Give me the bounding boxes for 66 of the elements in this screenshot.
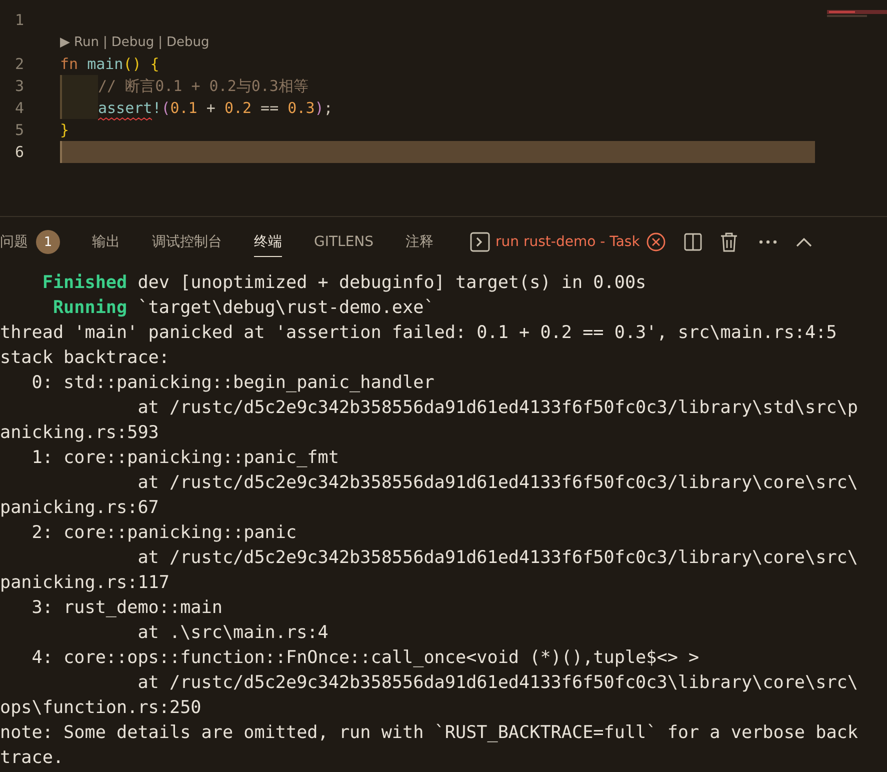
terminal-line: at /rustc/d5c2e9c342b358556da91d61ed4133f6f50fc0c3/library\core\src\ <box>136 473 858 493</box>
terminal-line: at /rustc/d5c2e9c342b358556da91d61ed4133f6f50fc0c3/library\core\src\ <box>136 548 858 568</box>
error-squiggle <box>98 117 152 121</box>
trash-icon[interactable] <box>720 232 738 252</box>
terminal-icon <box>470 232 490 252</box>
terminal-line: at .\src\main.rs:4 <box>136 623 328 643</box>
code-token: () <box>123 55 142 75</box>
terminal-line: panicking.rs:117 <box>0 573 170 593</box>
line-number: 4 <box>14 99 24 117</box>
more-icon[interactable] <box>758 239 778 245</box>
code-lens-link[interactable]: Debug <box>111 34 154 50</box>
terminal-line: 3: rust_demo::main <box>30 598 222 618</box>
lens-separator: | <box>158 34 162 50</box>
run-arrow-icon[interactable]: ▶ <box>60 34 70 50</box>
code-token: ( <box>161 99 170 119</box>
terminal-line: dev [unoptimized + debuginfo] target(s) in 0.00s <box>136 273 646 293</box>
code-lens-link[interactable]: Debug <box>166 34 210 50</box>
close-icon[interactable] <box>646 232 666 252</box>
terminal-line: thread 'main' panicked at 'assertion failed: 0.1 + 0.2 == 0.3', src\main.rs:4:5 <box>0 323 837 343</box>
panel-tab[interactable]: 终端 <box>254 227 282 257</box>
panel-tab[interactable]: 问题 <box>0 227 28 257</box>
code-token: 0.3 <box>288 99 315 119</box>
code-token: ! <box>152 99 162 119</box>
line-number: 6 <box>14 143 24 161</box>
status-label: Finished <box>41 273 128 293</box>
terminal-line: panicking.rs:67 <box>0 498 159 518</box>
code-token: assert <box>98 99 152 121</box>
panel-tab[interactable]: 注释 <box>406 227 434 257</box>
status-label: Running <box>52 298 128 318</box>
task-selector[interactable]: run rust-demo - Task <box>496 234 640 250</box>
terminal-line: trace. <box>0 748 64 768</box>
panel-tab[interactable]: 输出 <box>92 227 120 257</box>
terminal-line: 4: core::ops::function::FnOnce::call_once<void (*)(),tuple$<> > <box>30 648 700 668</box>
code-token: + <box>205 99 216 119</box>
code-lens-link[interactable]: Run <box>74 34 99 50</box>
minimap-drawing <box>827 8 887 20</box>
code-token: } <box>60 121 70 141</box>
terminal-line: 2: core::panicking::panic <box>30 523 297 543</box>
code-token: fn <box>60 55 78 75</box>
terminal-line: anicking.rs:593 <box>0 423 159 443</box>
line-number: 2 <box>14 55 24 73</box>
terminal-line: note: Some details are omitted, run with `RUST_BACKTRACE=full` for a verbose back <box>0 723 858 743</box>
chevron-up-icon[interactable] <box>796 237 812 247</box>
panel-tab[interactable]: 调试控制台 <box>152 227 222 257</box>
split-icon[interactable] <box>684 233 702 251</box>
terminal-line: ops\function.rs:250 <box>0 698 202 718</box>
lens-separator: | <box>102 34 108 50</box>
terminal-line: 0: std::panicking::begin_panic_handler <box>30 373 434 393</box>
terminal-line: `target\debug\rust-demo.exe` <box>136 298 434 318</box>
code-comment: // 断言0.1 + 0.2与0.3相等 <box>98 77 308 97</box>
code-token: 0.1 <box>170 99 198 119</box>
terminal-line: stack backtrace: <box>0 348 170 368</box>
code-token: ) <box>314 99 324 119</box>
line-number: 5 <box>14 121 24 139</box>
line-number: 3 <box>14 77 24 95</box>
terminal-line: at /rustc/d5c2e9c342b358556da91d61ed4133f6f50fc0c3/library\std\src\p <box>136 398 858 418</box>
terminal-line: at /rustc/d5c2e9c342b358556da91d61ed4133f6f50fc0c3\library\core\src\ <box>136 673 858 693</box>
code-token: ; <box>324 99 333 119</box>
terminal-line: 1: core::panicking::panic_fmt <box>30 448 339 468</box>
panel-tab[interactable]: GITLENS <box>314 227 374 257</box>
code-token: == <box>260 99 280 119</box>
code-token: { <box>149 55 160 75</box>
count-badge: 1 <box>36 230 60 254</box>
line-number: 1 <box>14 11 24 29</box>
code-token: main <box>86 55 124 75</box>
code-token: 0.2 <box>224 99 252 119</box>
